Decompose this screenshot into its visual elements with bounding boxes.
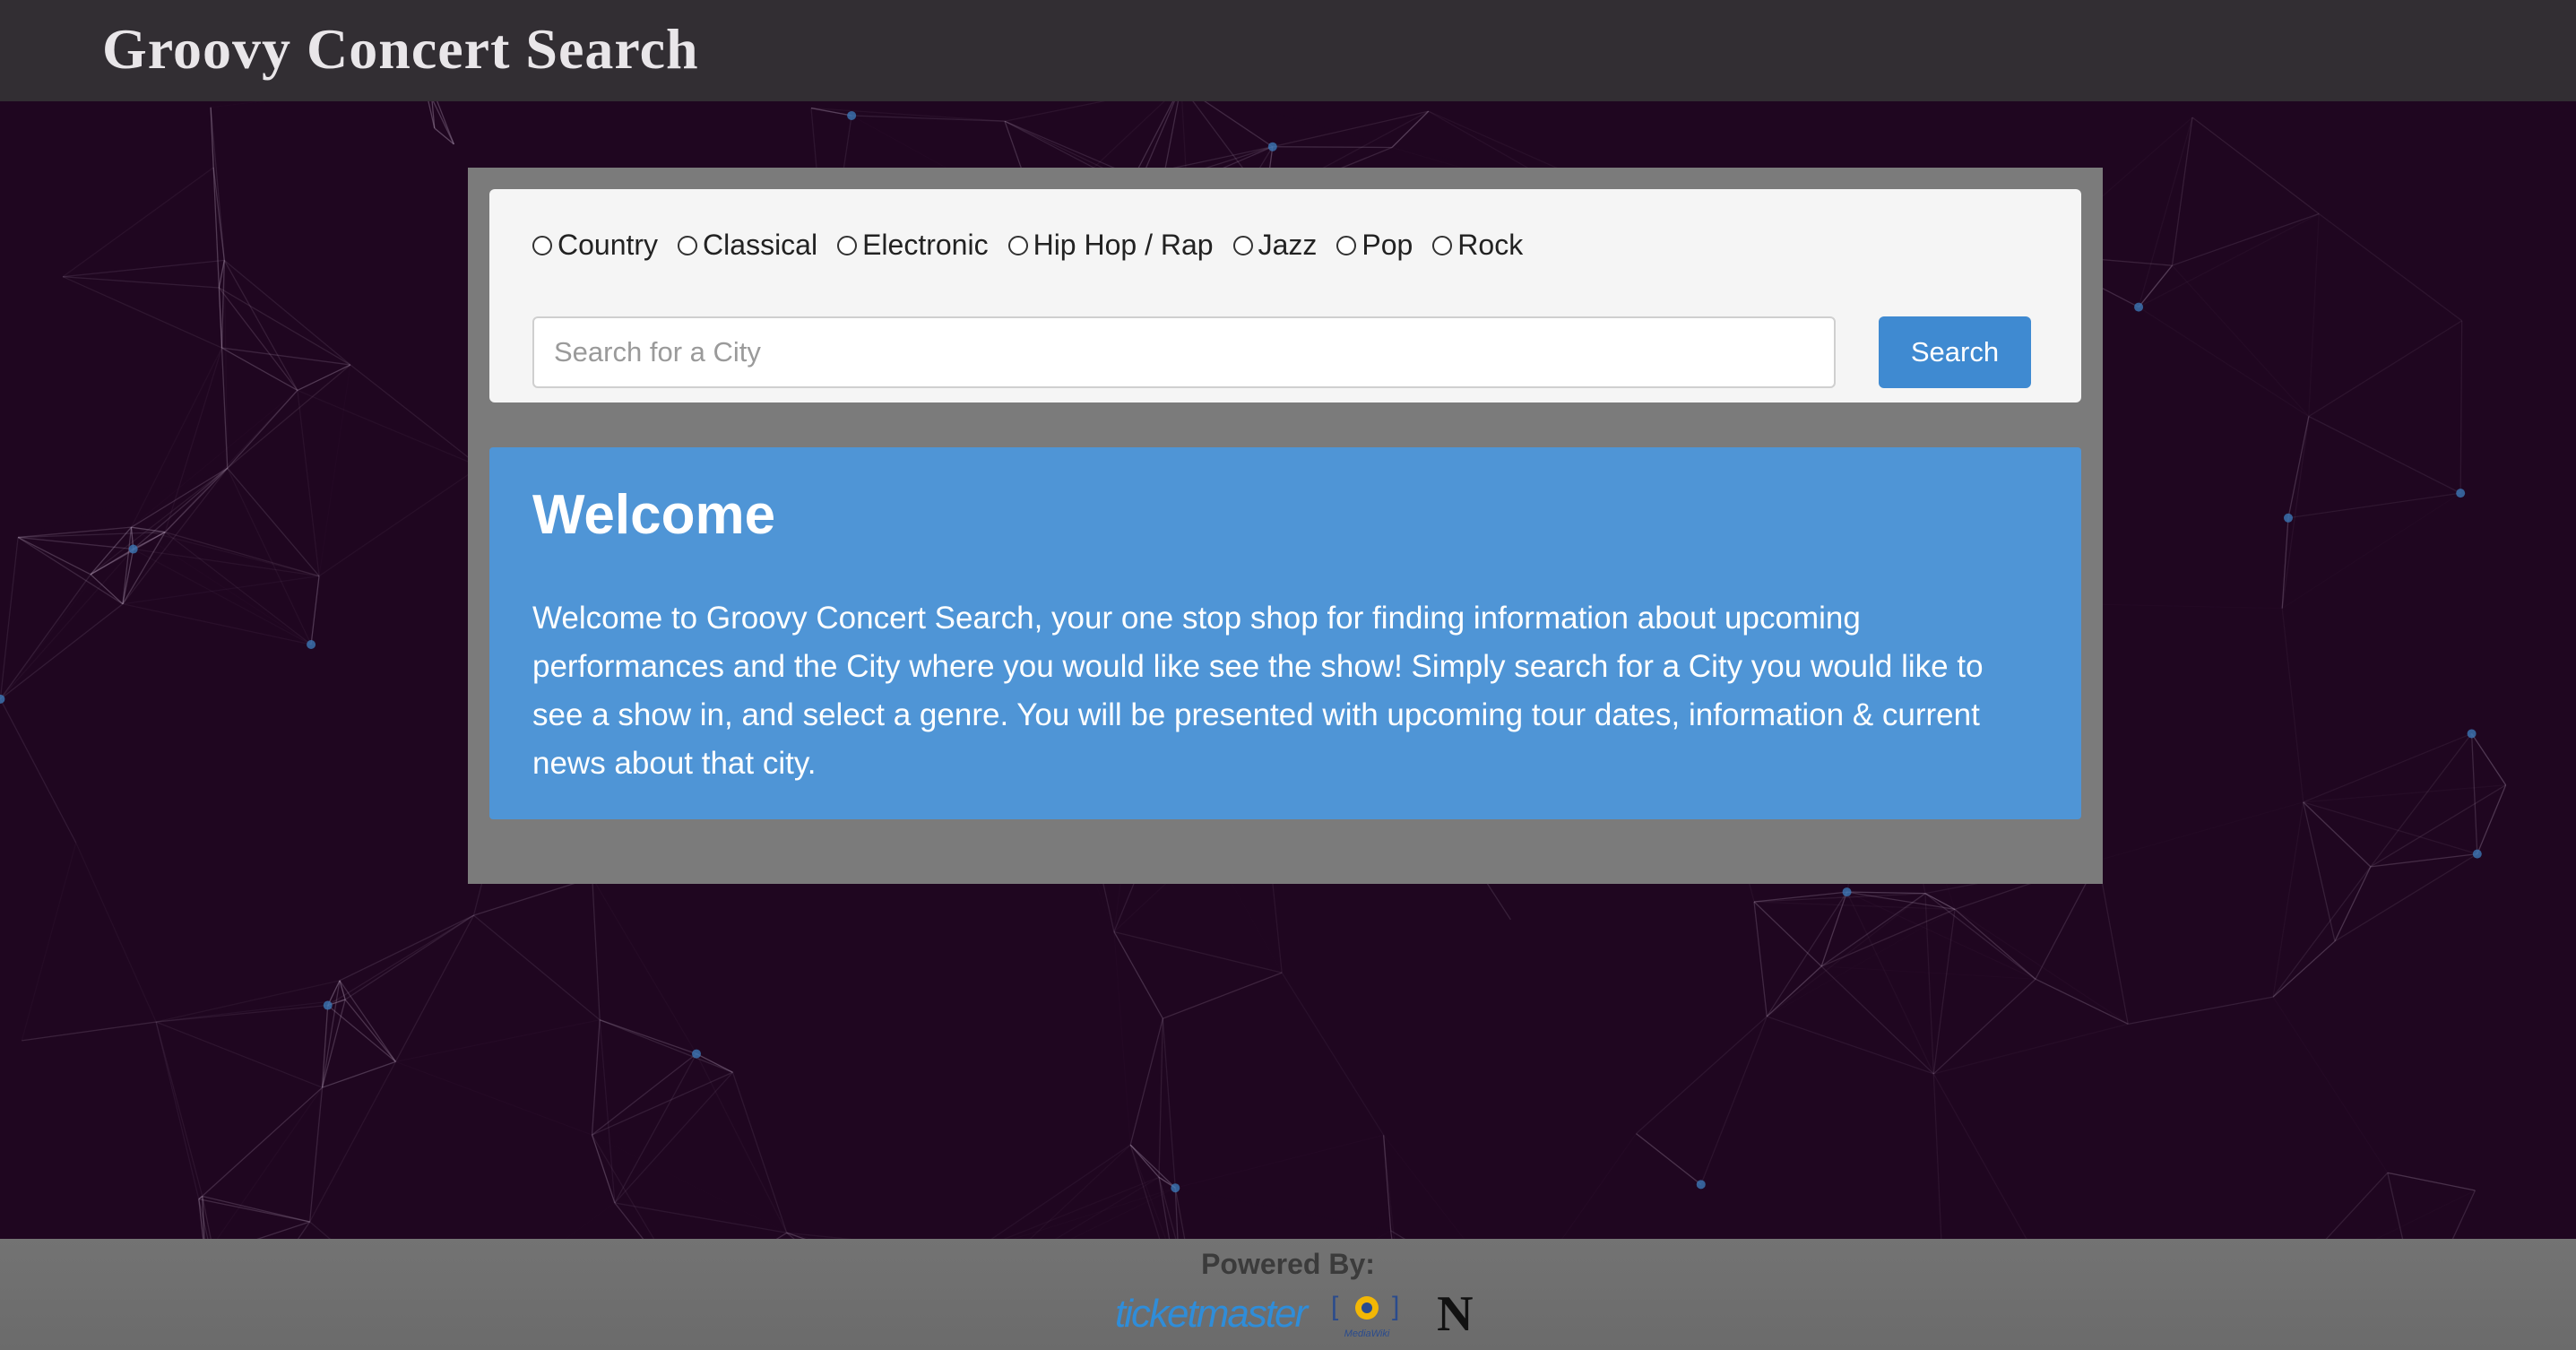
site-title: Groovy Concert Search (102, 17, 699, 81)
genre-label: Jazz (1258, 229, 1318, 261)
genre-option-hiphop-rap[interactable]: Hip Hop / Rap (1007, 229, 1214, 262)
ticketmaster-logo[interactable]: ticketmaster (1115, 1292, 1308, 1337)
welcome-text: Welcome to Groovy Concert Search, your o… (532, 601, 1984, 781)
genre-option-country[interactable]: Country (532, 229, 658, 262)
welcome-title: Welcome (532, 484, 776, 546)
genre-option-jazz[interactable]: Jazz (1232, 229, 1318, 262)
genre-option-classical[interactable]: Classical (678, 229, 817, 262)
powered-by-label: Powered By: (1201, 1248, 1375, 1280)
mediawiki-logo[interactable]: [ ] MediaWiki (1329, 1288, 1405, 1340)
newsapi-logo[interactable]: N (1437, 1285, 1473, 1343)
genre-option-electronic[interactable]: Electronic (837, 229, 989, 262)
genre-label: Electronic (862, 229, 989, 261)
radio-button[interactable] (1336, 235, 1357, 255)
main-panel: Country Classical Electronic Hip Hop / R… (468, 168, 2103, 884)
radio-button[interactable] (532, 235, 552, 255)
genre-radio-group: Country Classical Electronic Hip Hop / R… (532, 229, 1543, 262)
radio-button[interactable] (678, 235, 698, 255)
svg-text:]: ] (1392, 1292, 1399, 1321)
radio-button[interactable] (1232, 235, 1253, 255)
genre-option-pop[interactable]: Pop (1336, 229, 1413, 262)
partner-logos: ticketmaster [ ] MediaWiki N (1115, 1285, 1474, 1343)
svg-text:[: [ (1331, 1292, 1339, 1321)
footer: Powered By: ticketmaster [ ] MediaWiki N (0, 1239, 2576, 1350)
radio-button[interactable] (1007, 235, 1028, 255)
genre-label: Hip Hop / Rap (1033, 229, 1214, 261)
genre-label: Rock (1457, 229, 1524, 261)
radio-button[interactable] (1432, 235, 1453, 255)
mediawiki-logo-text: MediaWiki (1344, 1328, 1390, 1339)
genre-label: Country (558, 229, 659, 261)
search-button[interactable]: Search (1879, 316, 2031, 388)
header-bar: Groovy Concert Search (0, 0, 2576, 101)
genre-label: Classical (703, 229, 818, 261)
city-search-input[interactable] (532, 316, 1836, 388)
search-card: Country Classical Electronic Hip Hop / R… (489, 189, 2081, 402)
genre-label: Pop (1361, 229, 1413, 261)
genre-option-rock[interactable]: Rock (1432, 229, 1523, 262)
welcome-card: Welcome Welcome to Groovy Concert Search… (489, 447, 2081, 819)
radio-button[interactable] (837, 235, 858, 255)
